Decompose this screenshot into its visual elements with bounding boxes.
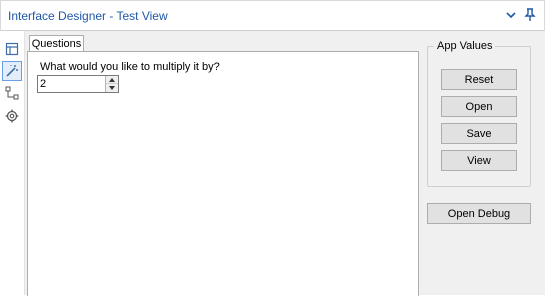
sidebar — [0, 31, 25, 295]
tab-questions[interactable]: Questions — [29, 35, 84, 52]
save-button[interactable]: Save — [441, 123, 517, 144]
multiplier-value[interactable]: 2 — [40, 78, 46, 90]
app-values-label: App Values — [434, 40, 496, 52]
open-button[interactable]: Open — [441, 96, 517, 117]
title-bar: Interface Designer - Test View — [0, 0, 545, 31]
magic-wand-icon[interactable] — [2, 61, 22, 81]
layout-icon[interactable] — [2, 39, 22, 59]
tree-icon[interactable] — [2, 83, 22, 103]
spin-up-arrow-icon[interactable] — [106, 76, 118, 84]
window-title: Interface Designer - Test View — [8, 9, 168, 23]
question-label: What would you like to multiply it by? — [40, 61, 220, 73]
number-spinner[interactable] — [105, 76, 118, 92]
questions-panel: What would you like to multiply it by? 2 — [27, 51, 419, 296]
multiplier-input[interactable]: 2 — [37, 75, 119, 93]
spin-down-arrow-icon[interactable] — [106, 84, 118, 92]
app-values-group: App Values Reset Open Save View — [427, 40, 531, 187]
chevron-down-icon[interactable] — [503, 6, 519, 24]
main-content: Questions What would you like to multipl… — [25, 31, 545, 296]
gear-icon[interactable] — [2, 106, 22, 126]
open-debug-button[interactable]: Open Debug — [427, 203, 531, 224]
reset-button[interactable]: Reset — [441, 69, 517, 90]
view-button[interactable]: View — [441, 150, 517, 171]
pin-icon[interactable] — [522, 6, 538, 24]
